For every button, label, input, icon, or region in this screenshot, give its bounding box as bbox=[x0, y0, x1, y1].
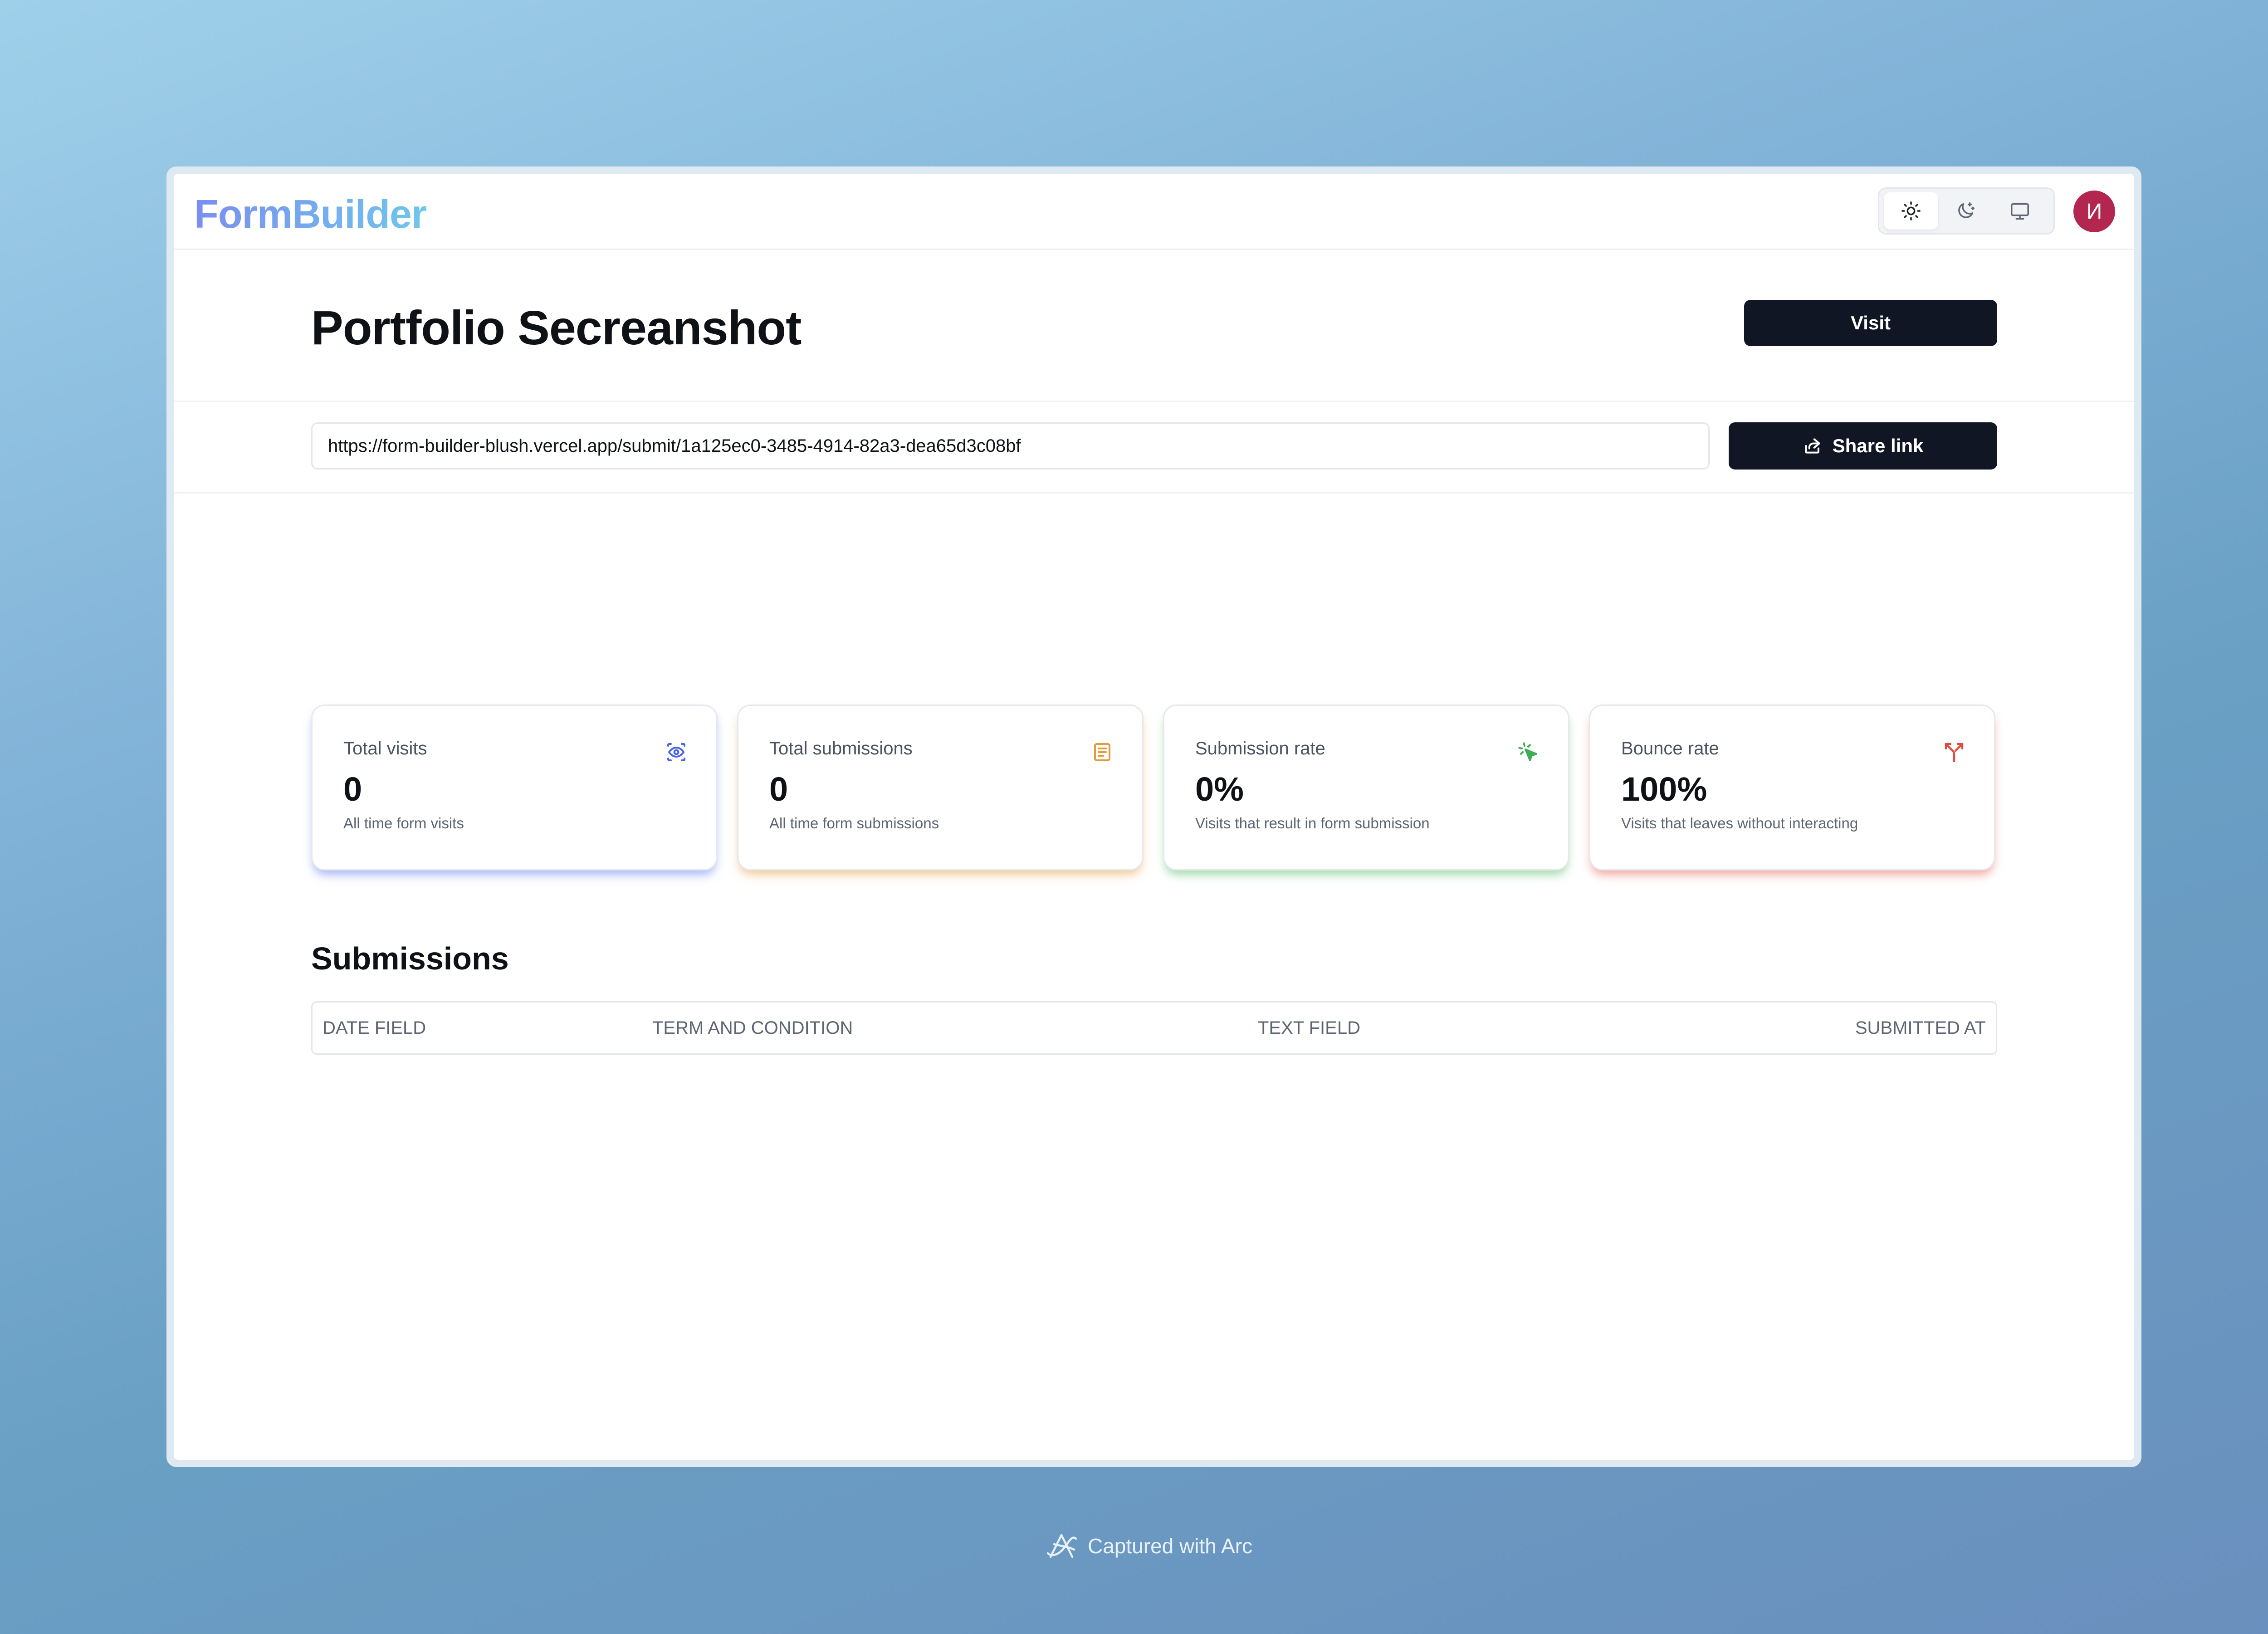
page-title: Portfolio Secreanshot bbox=[311, 301, 802, 355]
capture-caption: Captured with Arc bbox=[1045, 1531, 1252, 1561]
stat-card-total-visits: Total visits 0 All time form visits bbox=[311, 704, 718, 871]
moon-stars-icon bbox=[1958, 202, 1975, 218]
dark-theme-button[interactable] bbox=[1938, 192, 1993, 230]
column-header-term-and-condition[interactable]: Term and condition bbox=[652, 1003, 853, 1053]
top-navbar: FormBuilder И bbox=[174, 174, 2134, 250]
submissions-heading: Submissions bbox=[311, 941, 509, 976]
eye-icon bbox=[667, 743, 685, 761]
stat-value: 0 bbox=[343, 770, 362, 808]
share-divider bbox=[174, 492, 2134, 494]
stat-title: Total submissions bbox=[769, 739, 913, 758]
stat-description: Visits that result in form submission bbox=[1195, 815, 1430, 832]
stat-card-bounce-rate: Bounce rate 100% Visits that leaves with… bbox=[1589, 704, 1995, 871]
share-link-label: Share link bbox=[1832, 435, 1924, 456]
theme-switcher bbox=[1878, 187, 2055, 235]
stat-description: All time form visits bbox=[343, 815, 464, 832]
document-icon bbox=[1094, 743, 1110, 761]
stat-value: 100% bbox=[1621, 770, 1707, 808]
stat-card-total-submissions: Total submissions 0 All time form submis… bbox=[737, 704, 1144, 871]
user-avatar[interactable]: И bbox=[2073, 191, 2115, 232]
stat-card-submission-rate: Submission rate 0% Visits that result in… bbox=[1163, 704, 1569, 871]
stat-title: Bounce rate bbox=[1621, 739, 1719, 758]
cursor-click-icon bbox=[1518, 742, 1537, 761]
stat-description: Visits that leaves without interacting bbox=[1621, 815, 1858, 832]
system-theme-button[interactable] bbox=[1993, 192, 2047, 230]
visit-button[interactable]: Visit bbox=[1744, 300, 1997, 346]
submissions-table: Date Field Term and condition Text Field… bbox=[311, 1001, 1997, 1055]
share-link-input[interactable] bbox=[311, 422, 1710, 470]
monitor-icon bbox=[2011, 203, 2029, 220]
light-theme-button[interactable] bbox=[1884, 192, 1938, 230]
header-divider bbox=[174, 401, 2134, 402]
share-link-button[interactable]: Share link bbox=[1729, 422, 1997, 470]
stat-value: 0% bbox=[1195, 770, 1244, 808]
column-header-text-field[interactable]: Text Field bbox=[1258, 1003, 1360, 1053]
app-window: FormBuilder И Portfolio Secreanshot Visi… bbox=[174, 174, 2134, 1460]
browser-window-frame: FormBuilder И Portfolio Secreanshot Visi… bbox=[166, 166, 2141, 1467]
sun-icon bbox=[1901, 201, 1921, 220]
stat-title: Submission rate bbox=[1195, 739, 1325, 758]
split-arrow-icon bbox=[1945, 743, 1964, 763]
capture-caption-label: Captured with Arc bbox=[1088, 1534, 1253, 1558]
arc-logo-icon bbox=[1046, 1534, 1077, 1558]
stat-title: Total visits bbox=[343, 739, 427, 758]
app-logo[interactable]: FormBuilder bbox=[194, 191, 427, 237]
column-header-date-field[interactable]: Date Field bbox=[323, 1003, 426, 1053]
share-icon bbox=[1804, 438, 1820, 454]
stat-value: 0 bbox=[769, 770, 788, 808]
stat-description: All time form submissions bbox=[769, 815, 939, 832]
column-header-submitted-at[interactable]: Submitted at bbox=[1855, 1003, 1986, 1053]
